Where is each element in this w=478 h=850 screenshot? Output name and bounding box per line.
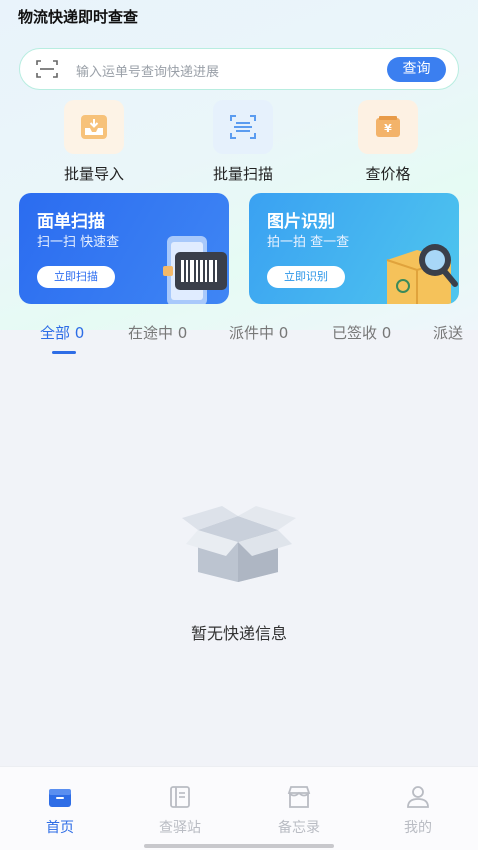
waybill-scan-subtitle: 扫一扫 快速查 <box>37 235 120 250</box>
search-button[interactable]: 查询 <box>387 57 446 82</box>
nav-stations[interactable]: 查驿站 <box>140 785 220 837</box>
package-magnifier-icon <box>386 244 458 304</box>
nav-memo-label: 备忘录 <box>278 820 320 836</box>
status-tabs: 全部 0 在途中 0 派件中 0 已签收 0 派送 <box>0 318 478 358</box>
waybill-scan-title: 面单扫描 <box>37 212 105 232</box>
tab-delivering[interactable]: 派件中 0 <box>229 322 288 343</box>
scan-document-icon <box>213 100 273 154</box>
empty-box-icon <box>182 506 296 582</box>
nav-profile[interactable]: 我的 <box>378 785 458 837</box>
scan-icon[interactable] <box>36 59 58 79</box>
scan-now-button[interactable]: 立即扫描 <box>37 266 115 288</box>
batch-import-button[interactable]: 批量导入 <box>44 100 144 184</box>
book-icon <box>170 786 190 808</box>
tab-dispatch[interactable]: 派送 <box>433 322 463 343</box>
image-recognition-subtitle: 拍一拍 查一查 <box>267 235 350 250</box>
tab-in-transit[interactable]: 在途中 0 <box>128 322 187 343</box>
page-title: 物流快递即时查查 <box>18 8 139 26</box>
recognize-now-button[interactable]: 立即识别 <box>267 266 345 288</box>
nav-memo[interactable]: 备忘录 <box>259 785 339 837</box>
check-price-button[interactable]: ¥ 查价格 <box>338 100 438 184</box>
tab-signed[interactable]: 已签收 0 <box>332 322 391 343</box>
batch-scan-button[interactable]: 批量扫描 <box>193 100 293 184</box>
inbox-import-icon <box>64 100 124 154</box>
check-price-label: 查价格 <box>365 165 411 183</box>
bottom-nav: 首页 查驿站 备忘录 我的 <box>0 766 478 850</box>
nav-home-label: 首页 <box>46 820 74 836</box>
nav-profile-label: 我的 <box>404 820 432 836</box>
price-tag-icon: ¥ <box>358 100 418 154</box>
store-icon <box>287 786 311 808</box>
image-recognition-card[interactable]: 图片识别 拍一拍 查一查 立即识别 <box>249 193 459 304</box>
home-box-icon <box>49 789 71 807</box>
svg-text:¥: ¥ <box>384 122 392 135</box>
user-icon <box>407 786 429 808</box>
batch-import-label: 批量导入 <box>63 165 124 183</box>
batch-scan-label: 批量扫描 <box>212 165 273 183</box>
nav-stations-label: 查驿站 <box>159 820 201 836</box>
tab-all[interactable]: 全部 0 <box>40 322 84 343</box>
search-input[interactable]: 输入运单号查询快递进展 <box>76 61 219 80</box>
tab-indicator <box>52 351 76 354</box>
barcode-phone-icon <box>163 236 227 304</box>
empty-state-text: 暂无快递信息 <box>190 624 287 643</box>
waybill-scan-card[interactable]: 面单扫描 扫一扫 快速查 立即扫描 <box>19 193 229 304</box>
home-indicator <box>144 844 334 848</box>
nav-home[interactable]: 首页 <box>20 785 100 837</box>
image-recognition-title: 图片识别 <box>267 212 335 232</box>
search-bar[interactable]: 输入运单号查询快递进展 查询 <box>19 48 459 90</box>
